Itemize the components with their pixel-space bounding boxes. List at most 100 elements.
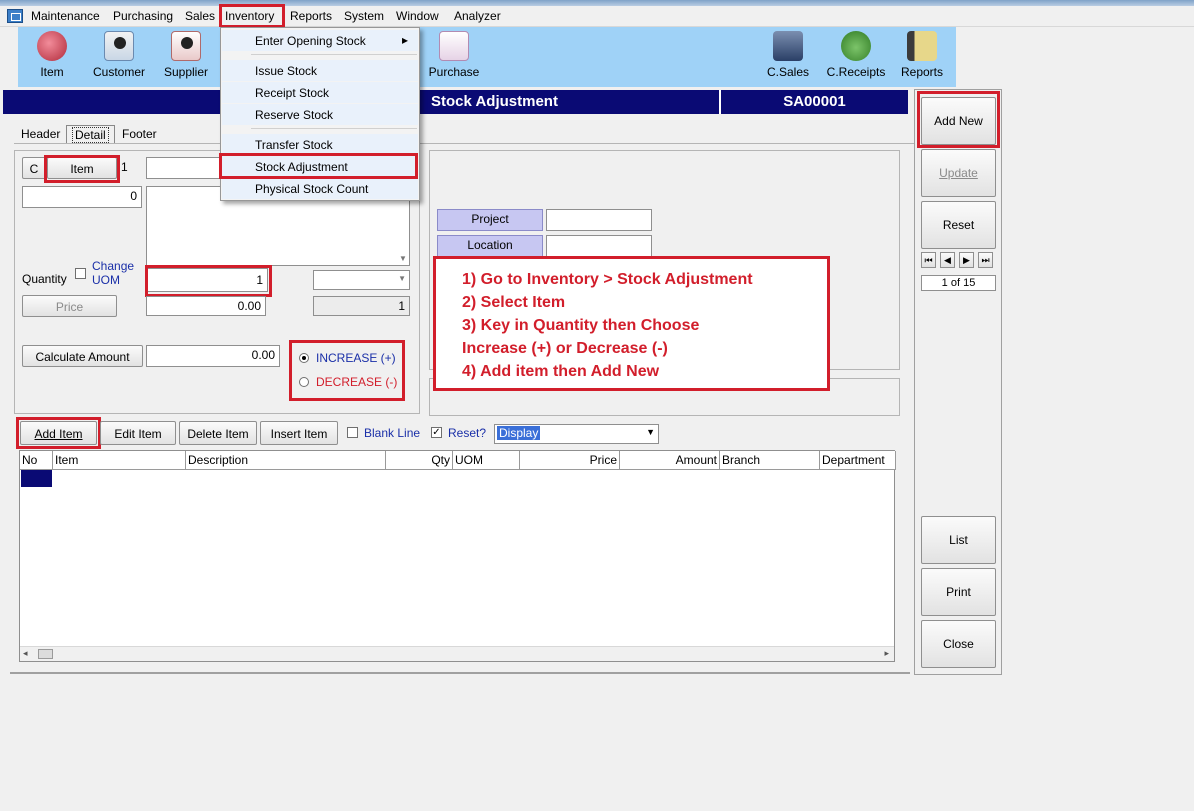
menu-purchasing[interactable]: Purchasing — [113, 9, 173, 23]
toolbar-purchase-button[interactable]: Purchase — [416, 29, 492, 85]
close-button[interactable]: Close — [921, 620, 996, 668]
print-button[interactable]: Print — [921, 568, 996, 616]
menu-item-physical-stock-count[interactable]: Physical Stock Count — [222, 178, 418, 199]
toolbar-empty-area — [956, 27, 1194, 87]
reset-button[interactable]: Reset — [921, 201, 996, 249]
uom-select[interactable]: ▼ — [313, 270, 410, 290]
location-input[interactable] — [546, 235, 652, 257]
blank-line-label: Blank Line — [364, 426, 421, 440]
menu-item-receipt-stock[interactable]: Receipt Stock — [222, 82, 418, 103]
toolbar-csales-button[interactable]: C.Sales — [750, 29, 826, 85]
app-icon[interactable] — [7, 9, 23, 23]
quantity-label: Quantity — [22, 272, 67, 286]
horizontal-scrollbar[interactable]: ◂ ▸ — [20, 646, 894, 661]
toolbar-customer-label: Customer — [92, 65, 145, 79]
cash-register-icon — [773, 31, 803, 61]
highlight-inventory-menu — [219, 4, 285, 28]
display-select-value: Display — [497, 426, 541, 440]
toolbar-reports-button[interactable]: Reports — [884, 29, 960, 85]
menu-item-enter-opening-stock[interactable]: Enter Opening Stock ▸ — [222, 30, 418, 51]
menu-analyzer[interactable]: Analyzer — [454, 9, 501, 23]
highlight-add-item-button — [16, 417, 101, 449]
column-header-uom[interactable]: UOM — [453, 451, 520, 470]
highlight-stock-adjustment-menu-item — [219, 153, 418, 179]
menu-item-reserve-stock[interactable]: Reserve Stock — [222, 104, 418, 125]
change-uom-label: Change UOM — [92, 259, 135, 287]
toolbar-item-button[interactable]: Item — [14, 29, 90, 85]
purchase-icon — [439, 31, 469, 61]
menu-window[interactable]: Window — [396, 9, 439, 23]
menu-item-transfer-stock[interactable]: Transfer Stock — [222, 134, 418, 155]
reset-checkbox[interactable]: ✓ — [431, 427, 442, 438]
instruction-line-4: Increase (+) or Decrease (-) — [462, 340, 668, 357]
main-toolbar: Item Customer Supplier Purchase C.Sales … — [18, 27, 956, 87]
highlight-increase-decrease — [289, 340, 405, 401]
document-header-bar: Stock Adjustment SA00001 — [3, 90, 908, 114]
uom-dropdown-arrow-icon: ▼ — [398, 274, 406, 283]
highlight-add-new-button — [917, 91, 1000, 148]
item-grid[interactable]: No Item Description Qty UOM Price Amount… — [19, 450, 896, 662]
menu-system[interactable]: System — [344, 9, 384, 23]
column-header-no[interactable]: No — [20, 451, 53, 470]
document-number: SA00001 — [719, 90, 908, 114]
location-button[interactable]: Location — [437, 235, 543, 257]
reports-book-icon — [907, 31, 937, 61]
amount-input[interactable]: 0.00 — [146, 345, 280, 367]
tab-footer[interactable]: Footer — [117, 125, 162, 143]
project-button[interactable]: Project — [437, 209, 543, 231]
highlight-item-button — [44, 155, 120, 183]
menu-maintenance[interactable]: Maintenance — [31, 9, 100, 23]
toolbar-reports-label: Reports — [900, 65, 944, 79]
prev-record-icon[interactable]: ◀ — [940, 252, 955, 268]
display-select[interactable]: Display ▼ — [494, 424, 659, 444]
item-code-field[interactable] — [146, 157, 226, 179]
menu-separator — [251, 54, 417, 55]
column-header-branch[interactable]: Branch — [720, 451, 820, 470]
item-sequence: 1 — [121, 160, 128, 174]
delete-item-button[interactable]: Delete Item — [179, 421, 257, 445]
price-input[interactable]: 0.00 — [146, 296, 266, 316]
item-code-value-field[interactable]: 0 — [22, 186, 142, 208]
tab-detail[interactable]: Detail — [66, 125, 115, 143]
menu-item-enter-opening-stock-label: Enter Opening Stock — [255, 34, 366, 48]
instruction-line-2: 2) Select Item — [462, 294, 566, 311]
next-record-icon[interactable]: ▶ — [959, 252, 974, 268]
highlight-quantity-input — [145, 265, 272, 297]
tab-divider — [14, 143, 914, 144]
change-uom-checkbox[interactable] — [75, 268, 86, 279]
column-header-qty[interactable]: Qty — [386, 451, 453, 470]
edit-item-button[interactable]: Edit Item — [100, 421, 176, 445]
scroll-left-icon[interactable]: ◂ — [23, 648, 28, 659]
scroll-thumb[interactable] — [38, 649, 53, 659]
selected-row-indicator — [21, 470, 52, 487]
blank-line-checkbox[interactable] — [347, 427, 358, 438]
toolbar-customer-button[interactable]: Customer — [81, 29, 157, 85]
first-record-icon[interactable]: ⏮ — [921, 252, 936, 268]
column-header-department[interactable]: Department — [820, 451, 896, 470]
customer-icon — [104, 31, 134, 61]
tab-header[interactable]: Header — [16, 125, 65, 143]
calculate-amount-button[interactable]: Calculate Amount — [22, 345, 143, 367]
menu-sales[interactable]: Sales — [185, 9, 215, 23]
menu-reports[interactable]: Reports — [290, 9, 332, 23]
last-record-icon[interactable]: ⏭ — [978, 252, 993, 268]
scroll-right-icon[interactable]: ▸ — [884, 648, 889, 659]
toolbar-creceipts-button[interactable]: C.Receipts — [818, 29, 894, 85]
reset-label: Reset? — [448, 426, 487, 440]
description-scroll-down-icon[interactable]: ▼ — [399, 254, 407, 263]
column-header-amount[interactable]: Amount — [620, 451, 720, 470]
insert-item-button[interactable]: Insert Item — [260, 421, 338, 445]
project-input[interactable] — [546, 209, 652, 231]
column-header-price[interactable]: Price — [520, 451, 620, 470]
menu-item-issue-stock[interactable]: Issue Stock — [222, 60, 418, 81]
column-header-item[interactable]: Item — [53, 451, 186, 470]
price-button[interactable]: Price — [22, 295, 117, 317]
c-button[interactable]: C — [22, 157, 46, 179]
toolbar-creceipts-label: C.Receipts — [826, 65, 886, 79]
column-header-description[interactable]: Description — [186, 451, 386, 470]
toolbar-supplier-button[interactable]: Supplier — [148, 29, 224, 85]
list-button[interactable]: List — [921, 516, 996, 564]
instruction-line-5: 4) Add item then Add New — [462, 363, 660, 380]
update-button[interactable]: Update — [921, 149, 996, 197]
item-icon — [37, 31, 67, 61]
